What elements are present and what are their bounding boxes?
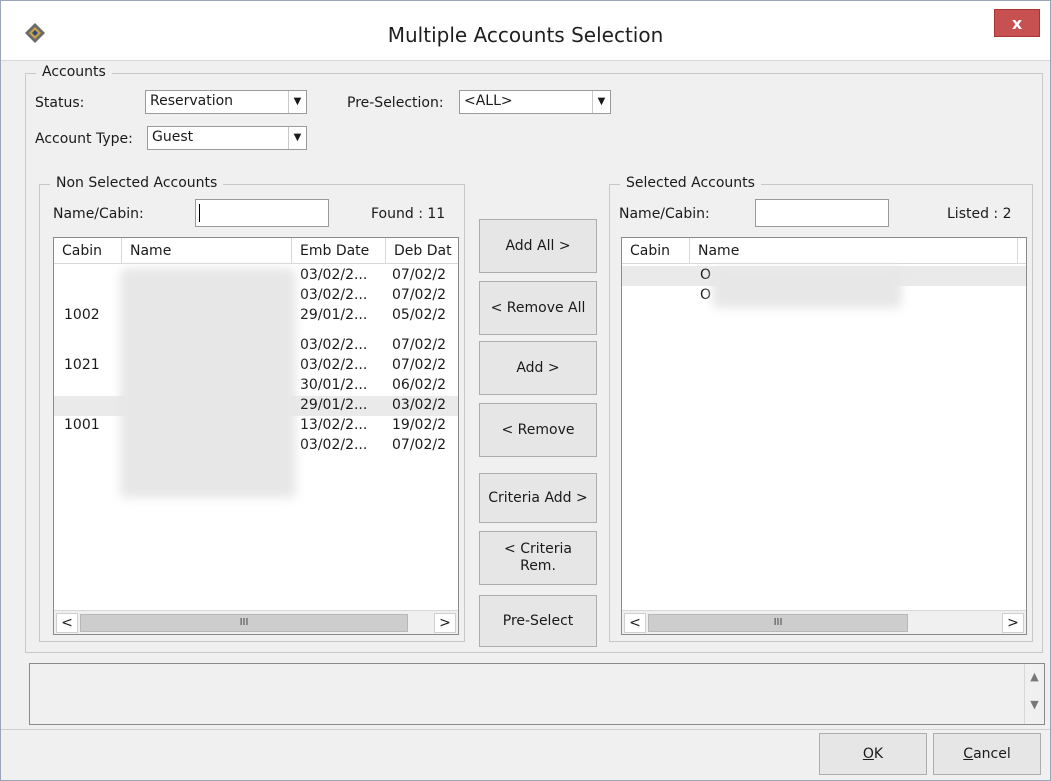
cancel-mnemonic: C	[963, 745, 974, 762]
cell-deb-date: 06/02/2	[392, 377, 446, 393]
chevron-down-icon: ▼	[288, 127, 306, 149]
status-label: Status:	[35, 95, 85, 111]
footer-divider	[1, 729, 1050, 730]
cancel-label-rest: ancel	[973, 745, 1011, 762]
cell-deb-date: 07/02/2	[392, 337, 446, 353]
cell-emb-date: 13/02/2...	[300, 417, 368, 433]
cell-cabin: 1001	[64, 417, 100, 433]
col-deb-date[interactable]: Deb Dat	[386, 238, 458, 264]
cell-deb-date: 07/02/2	[392, 287, 446, 303]
criteria-add-button[interactable]: Criteria Add >	[479, 473, 597, 523]
chevron-down-icon: ▼	[288, 91, 306, 113]
scroll-down-icon[interactable]: ▼	[1025, 698, 1044, 718]
cell-emb-date: 03/02/2...	[300, 437, 368, 453]
horizontal-scrollbar[interactable]: < III >	[54, 610, 458, 634]
ok-button[interactable]: OK	[819, 733, 927, 775]
col-cabin[interactable]: Cabin	[622, 238, 690, 264]
remove-all-button[interactable]: < Remove All	[479, 281, 597, 335]
scroll-up-icon[interactable]: ▲	[1025, 670, 1044, 690]
non-selected-legend: Non Selected Accounts	[50, 175, 224, 191]
close-button[interactable]: x	[994, 9, 1040, 37]
cell-deb-date: 07/02/2	[392, 267, 446, 283]
scroll-thumb[interactable]: III	[80, 614, 408, 632]
text-caret	[199, 204, 200, 222]
cell-emb-date: 30/01/2...	[300, 377, 368, 393]
pre-select-button[interactable]: Pre-Select	[479, 595, 597, 647]
title-bar: Multiple Accounts Selection x	[1, 1, 1050, 61]
add-all-button[interactable]: Add All >	[479, 219, 597, 273]
preselection-value: <ALL>	[464, 93, 513, 109]
cell-deb-date: 07/02/2	[392, 437, 446, 453]
cell-cabin: 1002	[64, 307, 100, 323]
cell-emb-date: 29/01/2...	[300, 397, 368, 413]
cell-emb-date: 03/02/2...	[300, 357, 368, 373]
scroll-left-icon[interactable]: <	[624, 613, 646, 633]
criteria-rem-line2: Rem.	[520, 558, 556, 574]
status-select[interactable]: Reservation ▼	[145, 90, 307, 114]
scroll-left-icon[interactable]: <	[56, 613, 78, 633]
found-count: Found : 11	[371, 206, 446, 222]
redacted-names	[120, 268, 296, 498]
cell-deb-date: 19/02/2	[392, 417, 446, 433]
non-selected-list[interactable]: Cabin Name Emb Date Deb Dat 03/02/2... 0…	[53, 237, 459, 635]
vertical-scrollbar[interactable]: ▲ ▼	[1024, 664, 1044, 724]
cell-emb-date: 03/02/2...	[300, 267, 368, 283]
cell-deb-date: 03/02/2	[392, 397, 446, 413]
account-type-value: Guest	[152, 129, 194, 145]
ok-mnemonic: O	[862, 745, 874, 762]
col-emb-date[interactable]: Emb Date	[292, 238, 386, 264]
selected-search-input[interactable]	[755, 199, 889, 227]
col-name[interactable]: Name	[690, 238, 1018, 264]
account-type-label: Account Type:	[35, 131, 133, 147]
selected-legend: Selected Accounts	[620, 175, 761, 191]
criteria-rem-button[interactable]: < Criteria Rem.	[479, 531, 597, 585]
list-header: Cabin Name Emb Date Deb Dat	[54, 238, 458, 264]
cell-emb-date: 03/02/2...	[300, 287, 368, 303]
cell-emb-date: 03/02/2...	[300, 337, 368, 353]
cell-emb-date: 29/01/2...	[300, 307, 368, 323]
chevron-down-icon: ▼	[592, 91, 610, 113]
close-icon: x	[1011, 14, 1023, 33]
non-selected-search-input[interactable]	[195, 199, 329, 227]
preselection-label: Pre-Selection:	[347, 95, 444, 111]
cell-deb-date: 07/02/2	[392, 357, 446, 373]
col-cabin[interactable]: Cabin	[54, 238, 122, 264]
selected-list[interactable]: Cabin Name O O < III >	[621, 237, 1027, 635]
horizontal-scrollbar[interactable]: < III >	[622, 610, 1026, 634]
col-name[interactable]: Name	[122, 238, 292, 264]
window-title: Multiple Accounts Selection	[387, 23, 664, 47]
list-header: Cabin Name	[622, 238, 1026, 264]
remove-button[interactable]: < Remove	[479, 403, 597, 457]
dialog-window: Multiple Accounts Selection x Accounts S…	[0, 0, 1051, 781]
add-button[interactable]: Add >	[479, 341, 597, 395]
cell-name: O	[700, 287, 712, 303]
scroll-right-icon[interactable]: >	[434, 613, 456, 633]
account-type-select[interactable]: Guest ▼	[147, 126, 307, 150]
accounts-legend: Accounts	[36, 64, 112, 80]
cell-cabin: 1021	[64, 357, 100, 373]
redacted-names	[712, 268, 902, 308]
status-value: Reservation	[150, 93, 234, 109]
non-selected-name-cabin-label: Name/Cabin:	[53, 206, 144, 222]
criteria-rem-line1: < Criteria	[504, 541, 572, 558]
listed-count: Listed : 2	[947, 206, 1012, 222]
selected-name-cabin-label: Name/Cabin:	[619, 206, 710, 222]
cell-name: O	[700, 267, 712, 283]
scroll-right-icon[interactable]: >	[1002, 613, 1024, 633]
preselection-select[interactable]: <ALL> ▼	[459, 90, 611, 114]
ok-label-rest: K	[873, 745, 884, 762]
cell-deb-date: 05/02/2	[392, 307, 446, 323]
message-area[interactable]: ▲ ▼	[29, 663, 1045, 725]
cancel-button[interactable]: Cancel	[933, 733, 1041, 775]
scroll-thumb[interactable]: III	[648, 614, 908, 632]
